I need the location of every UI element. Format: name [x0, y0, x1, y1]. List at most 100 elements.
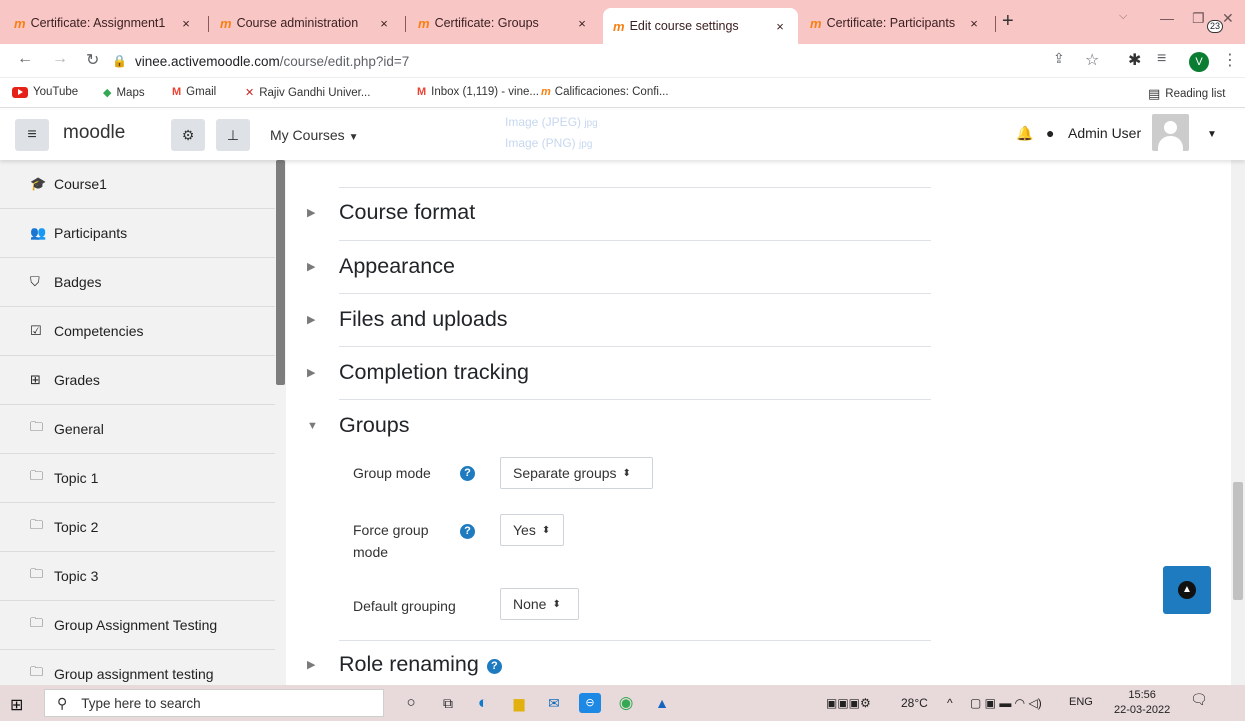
moodle-favicon-icon: m — [810, 15, 822, 31]
sitemap-button[interactable]: ⊥ — [216, 119, 250, 151]
avatar[interactable] — [1152, 114, 1189, 151]
taskbar-clock[interactable]: 15:56 22-03-2022 — [1114, 688, 1170, 718]
help-question-icon[interactable]: ? — [460, 466, 475, 481]
media-queue-icon[interactable]: ≡ — [1157, 50, 1166, 68]
admin-settings-button[interactable]: ⚙ — [171, 119, 205, 151]
drawer-item-topic-3[interactable]: 🗀 Topic 3 — [0, 552, 275, 601]
edge-icon[interactable]: ◐ — [472, 693, 494, 713]
drawer-item-topic-2[interactable]: 🗀 Topic 2 — [0, 503, 275, 552]
folder-icon: 🗀 — [30, 615, 44, 630]
bookmark-gmail[interactable]: M Gmail — [172, 86, 216, 98]
drawer-item-grades[interactable]: ⊞ Grades — [0, 356, 275, 405]
drawer-item-competencies[interactable]: ☑ Competencies — [0, 307, 275, 356]
extensions-puzzle-icon[interactable]: ✱ — [1128, 50, 1141, 70]
taskbar-search-input[interactable]: ⚲ Type here to search — [44, 689, 384, 717]
cortana-icon[interactable]: ○ — [400, 693, 422, 713]
tab-close-icon[interactable]: × — [772, 19, 788, 34]
maps-pin-icon: ◆ — [103, 87, 112, 99]
tab-close-icon[interactable]: × — [178, 16, 194, 31]
window-close-button[interactable]: ✕ — [1222, 10, 1234, 27]
windows-start-icon[interactable]: ⊞ — [10, 695, 23, 715]
section-divider — [339, 640, 931, 641]
section-groups[interactable]: ▼ Groups — [304, 413, 410, 438]
input-language[interactable]: ENG — [1069, 696, 1093, 708]
address-bar[interactable]: 🔒 vinee.activemoodle.com/course/edit.php… — [112, 49, 1112, 73]
folder-icon: 🗀 — [30, 664, 44, 679]
tray-apps-icon[interactable]: ▣▣▣⚙ — [826, 696, 871, 710]
section-completion-tracking[interactable]: ▶ Completion tracking — [304, 360, 529, 385]
drawer-scrollbar-thumb[interactable] — [276, 160, 285, 385]
search-icon: ⚲ — [57, 694, 68, 711]
back-arrow-icon[interactable]: ← — [17, 50, 33, 68]
bookmark-youtube[interactable]: YouTube — [12, 86, 78, 98]
weather-temperature[interactable]: 28°C — [901, 696, 928, 710]
page-scrollbar-thumb[interactable] — [1233, 482, 1243, 600]
tray-status-icons[interactable]: ▢ ▣ ▬ ◠ ◁) — [970, 696, 1042, 710]
window-minimize-button[interactable]: — — [1160, 10, 1174, 26]
tab-close-icon[interactable]: × — [574, 16, 590, 31]
back-to-top-button[interactable]: ▲ — [1163, 566, 1211, 614]
group-mode-select[interactable]: Separate groups ⬍ — [500, 457, 653, 489]
url-path: /course/edit.php?id=7 — [279, 53, 410, 69]
share-icon[interactable]: ⇪ — [1053, 50, 1065, 67]
action-center-icon[interactable]: 🗨 — [1190, 691, 1216, 715]
caret-right-icon: ▶ — [307, 207, 316, 219]
browser-tab-edit-course-settings[interactable]: m Edit course settings × — [603, 8, 798, 44]
shield-icon: ⛉ — [30, 274, 40, 289]
tab-close-icon[interactable]: × — [966, 16, 982, 31]
section-appearance[interactable]: ▶ Appearance — [304, 254, 455, 279]
drawer-toggle-button[interactable]: ≡ — [15, 119, 49, 151]
browser-tab-certificate-assignment1[interactable]: m Certificate: Assignment1 × — [4, 8, 204, 38]
app-icon[interactable]: ⊖ — [579, 693, 601, 713]
section-files-and-uploads[interactable]: ▶ Files and uploads — [304, 307, 508, 332]
drawer-item-topic-1[interactable]: 🗀 Topic 1 — [0, 454, 275, 503]
drawer-item-participants[interactable]: 👥 Participants — [0, 209, 275, 258]
reload-icon[interactable]: ↻ — [86, 50, 99, 70]
section-course-format[interactable]: ▶ Course format — [304, 200, 475, 225]
cogs-icon: ⚙ — [181, 127, 195, 143]
help-question-icon[interactable]: ? — [460, 524, 475, 539]
bookmark-inbox[interactable]: M Inbox (1,119) - vine... — [417, 86, 539, 98]
file-explorer-icon[interactable]: ▆ — [508, 693, 530, 713]
tab-close-icon[interactable]: × — [376, 16, 392, 31]
section-divider — [339, 240, 931, 241]
mail-icon[interactable]: ✉ — [543, 693, 565, 713]
section-divider — [339, 399, 931, 400]
section-role-renaming[interactable]: ▶ Role renaming ? — [304, 652, 502, 677]
bookmark-star-icon[interactable]: ☆ — [1085, 50, 1099, 70]
default-grouping-select[interactable]: None ⬍ — [500, 588, 579, 620]
drawer-item-course1[interactable]: 🎓 Course1 — [0, 160, 275, 209]
forward-arrow-icon[interactable]: → — [52, 50, 68, 68]
browser-tab-certificate-participants[interactable]: m Certificate: Participants × — [800, 8, 992, 38]
my-courses-menu[interactable]: My Courses ▼ — [270, 127, 358, 143]
tab-search-chevron-icon[interactable]: ⌵ — [1119, 10, 1127, 23]
task-view-icon[interactable]: ⧉ — [437, 693, 459, 713]
drawer-item-badges[interactable]: ⛉ Badges — [0, 258, 275, 307]
browser-profile-avatar[interactable]: V — [1189, 52, 1209, 72]
bookmark-rajiv-gandhi[interactable]: ✕ Rajiv Gandhi Univer... — [245, 86, 370, 100]
bookmark-maps[interactable]: ◆ Maps — [103, 86, 145, 100]
force-group-mode-select[interactable]: Yes ⬍ — [500, 514, 564, 546]
drawer-item-group-assignment-testing-2[interactable]: 🗀 Group assignment testing — [0, 650, 275, 685]
help-question-icon[interactable]: ? — [486, 659, 502, 674]
section-divider — [339, 346, 931, 347]
browser-menu-icon[interactable]: ⋮ — [1222, 50, 1238, 70]
chrome-icon[interactable]: ◉ — [615, 693, 637, 713]
user-menu-caret-icon[interactable]: ▼ — [1207, 129, 1217, 140]
reading-list-button[interactable]: ▤ Reading list — [1148, 86, 1225, 102]
messages-chat-icon[interactable]: ● — [1046, 125, 1054, 141]
photos-icon[interactable]: ▲ — [651, 693, 673, 713]
drawer-item-general[interactable]: 🗀 General — [0, 405, 275, 454]
browser-tab-certificate-groups[interactable]: m Certificate: Groups × — [408, 8, 600, 38]
window-restore-button[interactable]: ❐ — [1192, 10, 1205, 27]
notifications-bell-icon[interactable]: 🔔 — [1016, 125, 1033, 142]
tray-chevron-up-icon[interactable]: ^ — [947, 696, 953, 710]
browser-tab-course-administration[interactable]: m Course administration × — [210, 8, 402, 38]
site-brand[interactable]: moodle — [63, 122, 125, 144]
bookmark-calificaciones[interactable]: m Calificaciones: Confi... — [541, 86, 669, 98]
caret-right-icon: ▶ — [307, 314, 316, 326]
hamburger-icon: ≡ — [27, 126, 37, 143]
drawer-item-group-assignment-testing[interactable]: 🗀 Group Assignment Testing — [0, 601, 275, 650]
new-tab-button[interactable]: + — [1002, 10, 1014, 33]
user-menu-name[interactable]: Admin User — [1068, 125, 1141, 141]
